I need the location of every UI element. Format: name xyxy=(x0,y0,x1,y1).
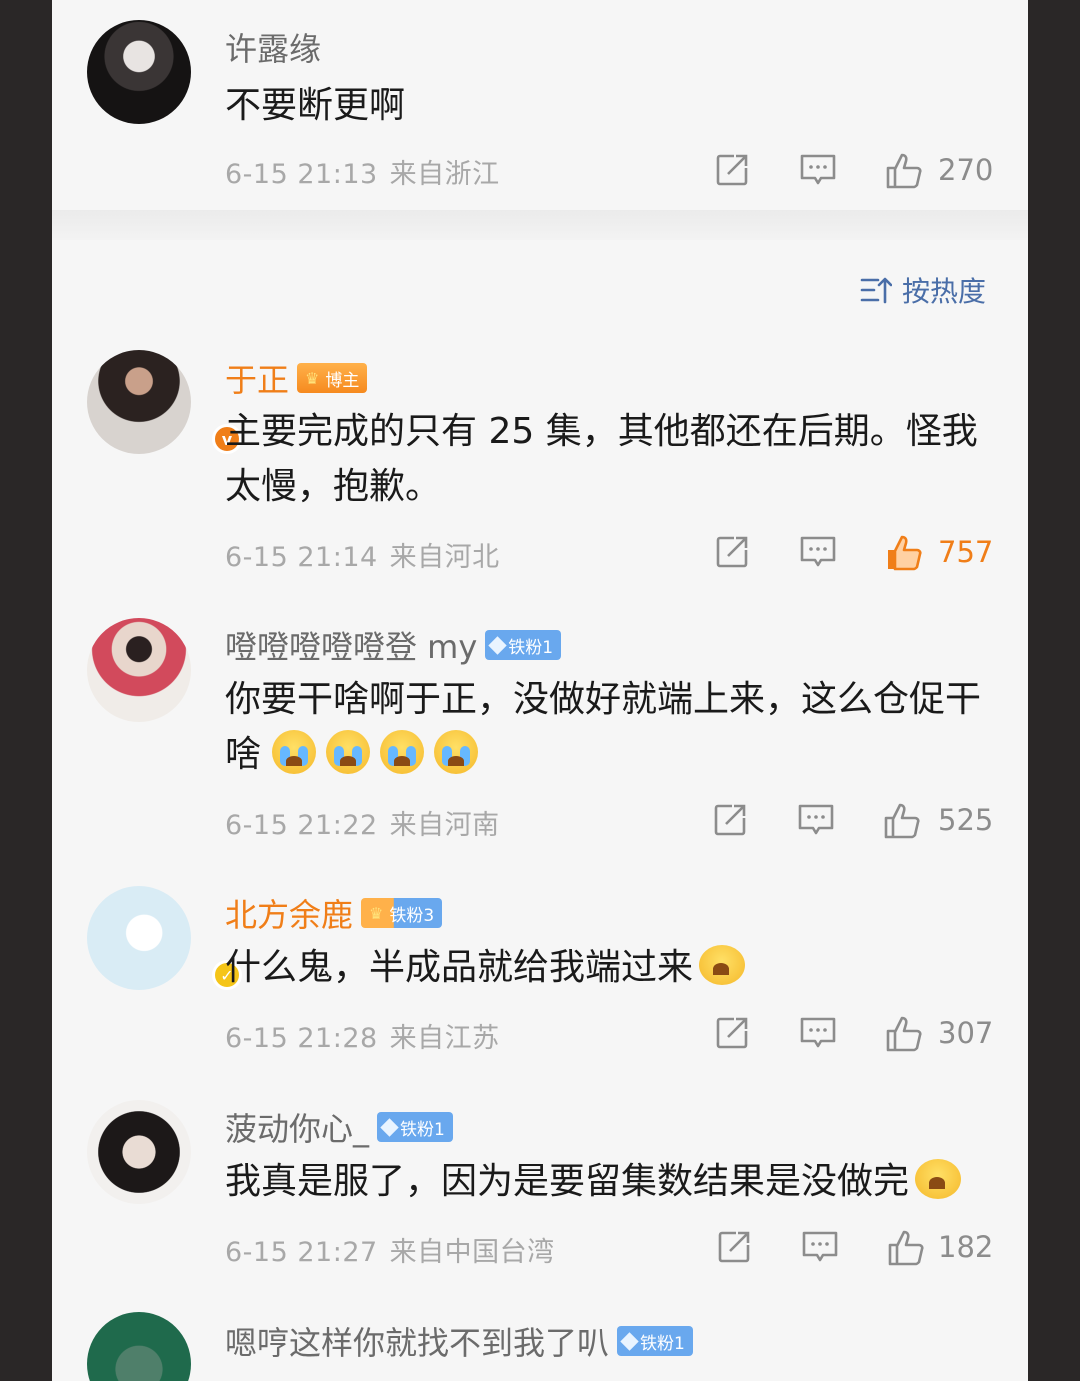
comment-meta: 6-15 21:28 来自江苏 xyxy=(225,1016,500,1055)
fan-badge-gold: ♛ 铁粉3 xyxy=(361,898,443,928)
timestamp: 6-15 21:22 xyxy=(225,810,378,841)
username[interactable]: 嗯哼这样你就找不到我了叭 xyxy=(225,1318,609,1364)
comment-meta: 6-15 21:27 来自中国台湾 xyxy=(225,1230,555,1269)
repost-icon[interactable] xyxy=(712,1013,752,1053)
comment-meta: 6-15 21:13 来自浙江 xyxy=(225,152,500,191)
repost-icon[interactable] xyxy=(712,532,752,572)
crown-icon: ♛ xyxy=(305,368,320,388)
sort-toggle[interactable]: 按热度 xyxy=(860,270,986,310)
username[interactable]: 噔噔噔噔噔登 my xyxy=(225,622,477,668)
location: 来自浙江 xyxy=(389,159,500,190)
comment-text: 我真是服了，因为是要留集数结果是没做完 xyxy=(225,1154,1005,1209)
comment-meta: 6-15 21:22 来自河南 xyxy=(225,803,500,842)
avatar[interactable] xyxy=(87,20,191,124)
repost-icon[interactable] xyxy=(714,1227,754,1267)
crown-icon: ♛ xyxy=(369,903,384,923)
like-count: 307 xyxy=(938,1016,994,1050)
timestamp: 6-15 21:13 xyxy=(225,159,378,190)
username[interactable]: 于正 xyxy=(225,355,289,401)
avatar[interactable] xyxy=(87,1312,191,1381)
section-divider xyxy=(52,210,1028,240)
like-count: 182 xyxy=(938,1230,994,1264)
location: 来自河南 xyxy=(389,810,500,841)
username[interactable]: 菠动你心_ xyxy=(225,1104,369,1150)
repost-icon[interactable] xyxy=(712,150,752,190)
crying-emoji-icon xyxy=(380,730,425,774)
comment-actions: 525 xyxy=(710,800,994,840)
username[interactable]: 北方余鹿 xyxy=(225,890,353,936)
like-count: 270 xyxy=(938,153,994,187)
comment-text: 你要干啥啊于正，没做好就端上来，这么仓促干啥 xyxy=(225,679,982,775)
comment-actions: 270 xyxy=(712,150,994,190)
comment-icon[interactable] xyxy=(800,1227,840,1267)
comment-actions: 757 xyxy=(712,532,994,572)
comment-text: 主要完成的只有 25 集，其他都还在后期。怪我太慢，抱歉。 xyxy=(225,411,978,507)
timestamp: 6-15 21:28 xyxy=(225,1023,378,1054)
comment-icon[interactable] xyxy=(798,150,838,190)
blogger-badge: ♛ 博主 xyxy=(297,363,368,393)
like-icon[interactable] xyxy=(886,1227,926,1267)
location: 来自江苏 xyxy=(389,1023,500,1054)
sort-icon xyxy=(860,277,892,304)
avatar[interactable] xyxy=(87,618,191,722)
repost-icon[interactable] xyxy=(710,800,750,840)
avatar[interactable] xyxy=(87,350,191,454)
comment-actions: 182 xyxy=(712,1227,994,1267)
comment-icon[interactable] xyxy=(796,800,836,840)
like-count: 525 xyxy=(938,803,994,837)
like-icon[interactable] xyxy=(884,150,924,190)
comment-meta: 6-15 21:14 来自河北 xyxy=(225,535,500,574)
comment-panel: 许露缘 不要断更啊 6-15 21:13 来自浙江 270 按热度 v 于正 ♛ 博… xyxy=(52,0,1028,1381)
laughing-emoji-icon xyxy=(915,1159,962,1199)
fan-badge: 铁粉1 xyxy=(485,630,562,660)
like-icon[interactable] xyxy=(882,800,922,840)
crying-emoji-icon xyxy=(434,730,479,774)
fan-badge: 铁粉1 xyxy=(617,1326,693,1356)
comment-icon[interactable] xyxy=(798,1013,838,1053)
avatar[interactable] xyxy=(87,886,191,990)
avatar[interactable] xyxy=(87,1100,191,1204)
like-count: 757 xyxy=(938,535,994,569)
like-icon-active[interactable] xyxy=(884,532,924,572)
comment-text: 不要断更啊 xyxy=(225,85,406,126)
comment-actions: 307 xyxy=(712,1013,994,1053)
timestamp: 6-15 21:27 xyxy=(225,1237,378,1268)
crying-emoji-icon xyxy=(272,730,317,774)
location: 来自中国台湾 xyxy=(389,1237,555,1268)
location: 来自河北 xyxy=(389,542,500,573)
crying-emoji-icon xyxy=(326,730,371,774)
comment-text: 什么鬼，半成品就给我端过来 xyxy=(225,940,1005,995)
like-icon[interactable] xyxy=(884,1013,924,1053)
sort-label: 按热度 xyxy=(902,275,987,308)
fan-badge: 铁粉1 xyxy=(377,1112,453,1142)
username[interactable]: 许露缘 xyxy=(225,24,321,70)
diamond-icon xyxy=(380,1117,399,1137)
laughing-emoji-icon xyxy=(699,945,746,985)
timestamp: 6-15 21:14 xyxy=(225,542,378,573)
diamond-icon xyxy=(488,635,507,655)
diamond-icon xyxy=(620,1331,639,1351)
comment-icon[interactable] xyxy=(798,532,838,572)
